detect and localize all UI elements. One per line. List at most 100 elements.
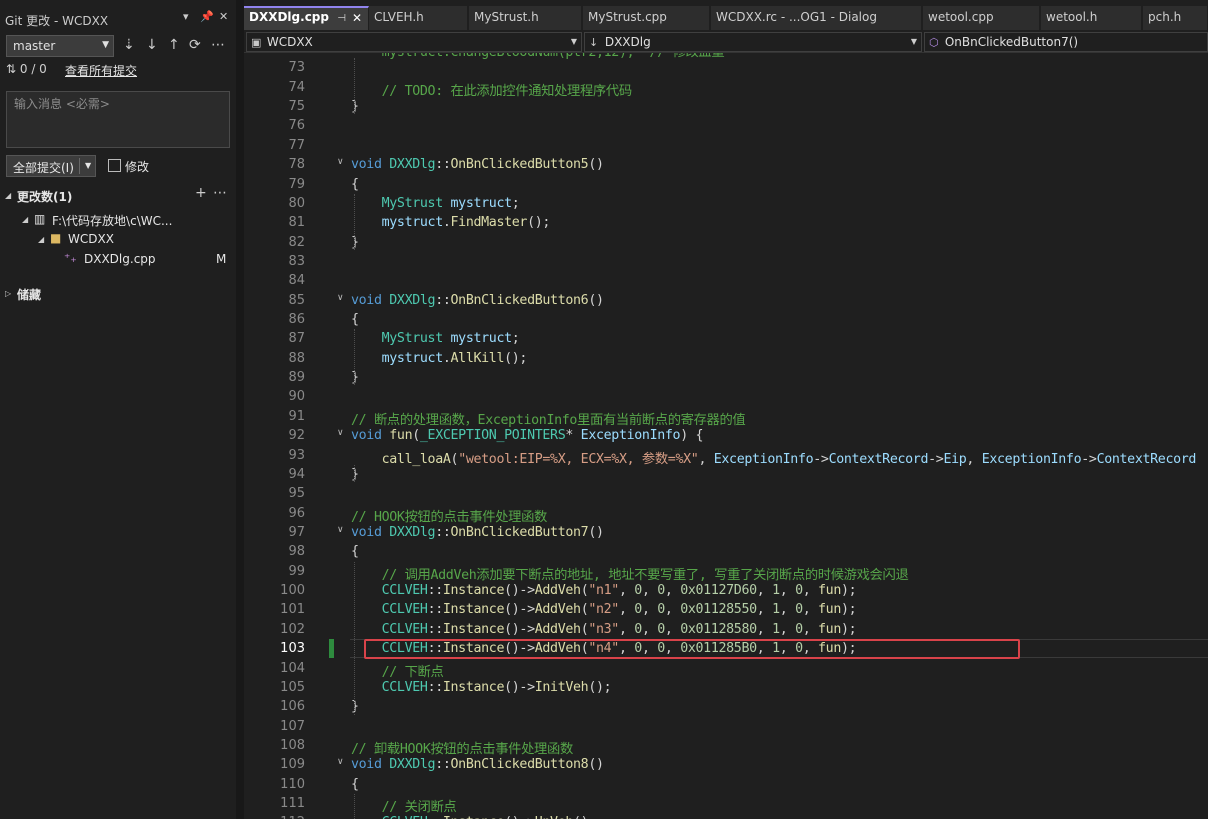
- code-line[interactable]: 73: [244, 58, 1208, 77]
- more-options-icon[interactable]: ⋯: [213, 185, 227, 201]
- code-area[interactable]: 72 mystruct.ChangeBloodNum(ptr2,12); // …: [244, 53, 1208, 819]
- code-line[interactable]: 77: [244, 136, 1208, 155]
- code-token: *: [565, 428, 581, 444]
- branch-selector[interactable]: master ▼: [6, 35, 114, 57]
- stashes-header[interactable]: 储藏: [17, 286, 41, 303]
- expand-arrow-icon[interactable]: ◢: [22, 215, 28, 224]
- code-line[interactable]: 98 {: [244, 542, 1208, 561]
- code-token: 0: [795, 602, 803, 618]
- repo-path[interactable]: F:\代码存放地\c\WC...: [52, 212, 172, 229]
- changes-header[interactable]: 更改数(1): [17, 188, 72, 205]
- fold-toggle-icon[interactable]: ∨: [337, 757, 344, 767]
- expand-arrow-icon[interactable]: ◢: [5, 191, 11, 200]
- tab-dxxdlg-cpp[interactable]: DXXDlg.cpp ⊣ ✕: [244, 6, 369, 30]
- code-line[interactable]: 92 ∨ void fun(_EXCEPTION_POINTERS* Excepti…: [244, 426, 1208, 445]
- commit-all-button[interactable]: 全部提交(I) ▼: [6, 155, 96, 177]
- code-token: OnBnClickedButton7: [450, 525, 589, 540]
- collapse-arrow-icon[interactable]: ▷: [5, 289, 11, 298]
- code-line[interactable]: 106}: [244, 697, 1208, 716]
- line-number: 77: [288, 137, 305, 153]
- folder-name[interactable]: WCDXX: [68, 232, 114, 246]
- code-line[interactable]: 108 // 卸载HOOK按钮的点击事件处理函数: [244, 736, 1208, 757]
- code-line[interactable]: 104 // 下断点: [244, 659, 1208, 680]
- code-line[interactable]: 95: [244, 484, 1208, 503]
- amend-checkbox[interactable]: [108, 159, 121, 172]
- code-line[interactable]: 83: [244, 252, 1208, 271]
- code-line[interactable]: 109 ∨ void DXXDlg::OnBnClickedButton8(): [244, 755, 1208, 774]
- code-line[interactable]: 81 mystruct.FindMaster();: [244, 213, 1208, 232]
- code-line[interactable]: 94}: [244, 465, 1208, 484]
- tab-wcdxx-rc[interactable]: WCDXX.rc - ...OG1 - Dialog: [711, 6, 922, 30]
- panel-splitter[interactable]: [236, 0, 244, 819]
- commit-message-input[interactable]: 输入消息 <必需>: [6, 91, 230, 148]
- close-icon[interactable]: ✕: [219, 10, 228, 23]
- view-all-commits-link[interactable]: 查看所有提交: [65, 62, 137, 79]
- push-icon[interactable]: ↑: [168, 37, 180, 53]
- code-token: fun: [818, 583, 841, 599]
- member-dropdown[interactable]: ⬡ OnBnClickedButton7(): [924, 32, 1208, 52]
- tab-wetool-h[interactable]: wetool.h: [1041, 6, 1142, 30]
- code-line[interactable]: 79 {: [244, 175, 1208, 194]
- code-line[interactable]: 99 // 调用AddVeh添加要下断点的地址, 地址不要写重了, 写重了关闭断…: [244, 562, 1208, 583]
- code-line[interactable]: 78 ∨ void DXXDlg::OnBnClickedButton5(): [244, 155, 1208, 174]
- file-status-badge: M: [216, 252, 227, 266]
- code-line[interactable]: 80 MyStrust mystruct;: [244, 194, 1208, 213]
- pin-icon[interactable]: 📌: [200, 10, 214, 23]
- code-line[interactable]: 97 ∨ void DXXDlg::OnBnClickedButton7(): [244, 523, 1208, 542]
- code-text: void DXXDlg::OnBnClickedButton8(): [351, 757, 604, 772]
- code-line[interactable]: 105 CCLVEH::Instance()->InitVeh();: [244, 678, 1208, 697]
- stage-all-icon[interactable]: +: [195, 185, 207, 201]
- code-line[interactable]: 90: [244, 387, 1208, 406]
- fold-toggle-icon[interactable]: ∨: [337, 428, 344, 438]
- code-text: {: [351, 177, 359, 192]
- tab-clveh-h[interactable]: CLVEH.h: [369, 6, 468, 30]
- code-line[interactable]: 85 ∨ void DXXDlg::OnBnClickedButton6(): [244, 291, 1208, 310]
- close-icon[interactable]: ✕: [352, 11, 362, 25]
- code-token: ;: [511, 195, 520, 211]
- code-line[interactable]: 76: [244, 116, 1208, 135]
- line-number: 111: [280, 796, 305, 812]
- tab-mystrust-h[interactable]: MyStrust.h: [469, 6, 582, 30]
- line-number: 81: [288, 215, 305, 231]
- sync-icon[interactable]: ⟳: [189, 37, 201, 53]
- code-line[interactable]: 96 // HOOK按钮的点击事件处理函数: [244, 504, 1208, 525]
- project-dropdown[interactable]: ▣ WCDXX ▼: [246, 32, 582, 52]
- tab-wetool-cpp[interactable]: wetool.cpp: [923, 6, 1040, 30]
- code-line[interactable]: 89}: [244, 368, 1208, 387]
- fold-toggle-icon[interactable]: ∨: [337, 157, 344, 167]
- code-line[interactable]: 86 {: [244, 310, 1208, 329]
- code-line[interactable]: 82}: [244, 233, 1208, 252]
- code-line[interactable]: 75}: [244, 97, 1208, 116]
- pull-icon[interactable]: ↓: [146, 37, 158, 53]
- tab-pch-h[interactable]: pch.h: [1143, 6, 1208, 30]
- changed-file[interactable]: DXXDlg.cpp: [84, 252, 156, 266]
- fold-toggle-icon[interactable]: ∨: [337, 293, 344, 303]
- expand-arrow-icon[interactable]: ◢: [38, 235, 44, 244]
- panel-dropdown-icon[interactable]: ▾: [183, 10, 189, 23]
- line-number: 112: [264, 815, 305, 819]
- class-dropdown[interactable]: ↓ DXXDlg ▼: [584, 32, 922, 52]
- fold-toggle-icon[interactable]: ∨: [337, 525, 344, 535]
- code-line[interactable]: 101 CCLVEH::Instance()->AddVeh("n2", 0, …: [244, 600, 1208, 619]
- code-line[interactable]: 112 CCLVEH::Instance()->UnVeh();: [244, 813, 1208, 819]
- code-token: 1: [772, 583, 780, 599]
- line-number: 100: [280, 583, 305, 599]
- pin-icon[interactable]: ⊣: [337, 13, 346, 24]
- code-line[interactable]: 87 MyStrust mystruct;: [244, 329, 1208, 348]
- code-line[interactable]: 84: [244, 271, 1208, 290]
- code-line[interactable]: 100 CCLVEH::Instance()->AddVeh("n1", 0, …: [244, 581, 1208, 600]
- code-line[interactable]: 88 mystruct.AllKill();: [244, 349, 1208, 368]
- tab-mystrust-cpp[interactable]: MyStrust.cpp: [583, 6, 710, 30]
- code-line[interactable]: 74 // TODO: 在此添加控件通知处理程序代码: [244, 78, 1208, 99]
- fetch-icon[interactable]: ⇣: [123, 37, 135, 53]
- line-number: 76: [288, 118, 305, 134]
- code-line[interactable]: 91 // 断点的处理函数，ExceptionInfo里面有当前断点的寄存器的值: [244, 407, 1208, 428]
- code-line[interactable]: 102 CCLVEH::Instance()->AddVeh("n3", 0, …: [244, 620, 1208, 639]
- code-line[interactable]: 107: [244, 717, 1208, 736]
- code-line[interactable]: 110 {: [244, 775, 1208, 794]
- code-line[interactable]: 93 call_loaA("wetool:EIP=%X, ECX=%X, 参数=…: [244, 446, 1208, 467]
- code-token: "n3": [588, 621, 619, 637]
- code-line[interactable]: 111 // 关闭断点: [244, 794, 1208, 815]
- more-options-icon[interactable]: ⋯: [211, 37, 225, 53]
- chevron-down-icon[interactable]: ▼: [85, 161, 91, 170]
